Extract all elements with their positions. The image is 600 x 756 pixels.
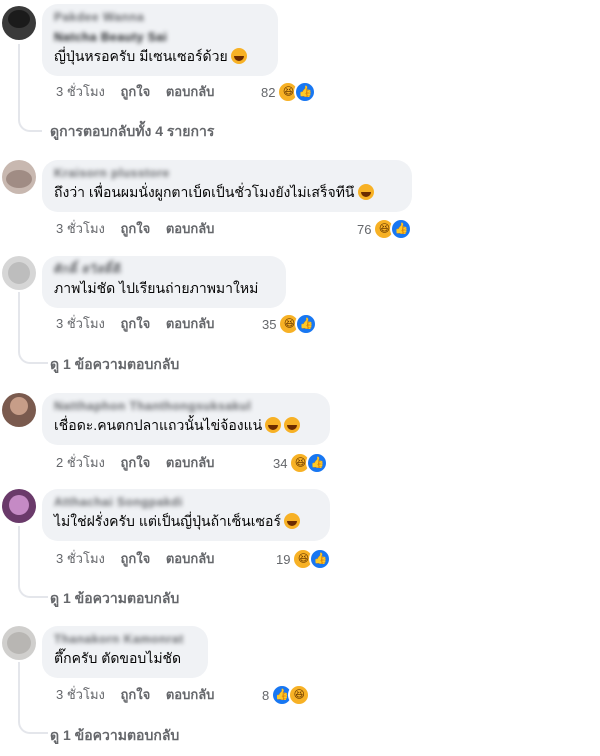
- view-replies-link[interactable]: ดู 1 ข้อความตอบกลับ: [50, 354, 179, 376]
- reply-button[interactable]: ตอบกลับ: [166, 551, 215, 566]
- timestamp[interactable]: 3 ชั่วโมง: [56, 551, 105, 566]
- avatar[interactable]: [2, 160, 36, 194]
- like-button[interactable]: ถูกใจ: [121, 316, 151, 331]
- avatar[interactable]: [2, 6, 36, 40]
- like-icon: 👍: [295, 313, 318, 335]
- reaction-count: 82: [261, 84, 276, 100]
- like-button[interactable]: ถูกใจ: [121, 84, 151, 99]
- reply-button[interactable]: ตอบกลับ: [166, 455, 215, 470]
- reply-button[interactable]: ตอบกลับ: [166, 221, 215, 236]
- like-icon: 👍: [294, 81, 317, 103]
- comment-text: ตึ๊กครับ ตัดขอบไม่ชัด: [54, 650, 182, 666]
- avatar[interactable]: [2, 256, 36, 290]
- view-replies-link[interactable]: ดู 1 ข้อความตอบกลับ: [50, 725, 179, 747]
- timestamp[interactable]: 3 ชั่วโมง: [56, 687, 105, 702]
- comment-text: ญี่ปุ่นหรอครับ มีเซนเซอร์ด้วย: [54, 45, 266, 67]
- thread-connector: [18, 526, 48, 598]
- thread-connector: [18, 292, 48, 364]
- comment-bubble: Atthachai Songpakdi ไม่ใช่ฝรั่งครับ แต่เ…: [42, 489, 330, 541]
- comment-bubble: ศักดิ์ สวัสดิ์ดี ภาพไม่ชัด ไปเรียนถ่ายภา…: [42, 256, 286, 308]
- thread-connector: [18, 44, 42, 132]
- thread-connector: [18, 662, 48, 734]
- comment-actions: 3 ชั่วโมง ถูกใจ ตอบกลับ: [56, 685, 226, 705]
- reaction-count: 76: [357, 221, 372, 237]
- grinning-emoji-icon: [283, 513, 300, 529]
- grinning-emoji-icon: [265, 417, 282, 433]
- timestamp[interactable]: 3 ชั่วโมง: [56, 84, 105, 99]
- haha-icon: 😆: [288, 684, 311, 706]
- reply-button[interactable]: ตอบกลับ: [166, 316, 215, 331]
- like-icon: 👍: [306, 452, 329, 474]
- reaction-count: 34: [273, 455, 288, 471]
- reaction-count: 8: [262, 687, 270, 703]
- commenter-name[interactable]: Kraisorn plusstore: [54, 166, 400, 180]
- grinning-emoji-icon: [284, 417, 301, 433]
- commenter-name[interactable]: Thanakorn Kamonrat: [54, 632, 196, 646]
- like-icon: 👍: [309, 548, 332, 570]
- reaction-summary[interactable]: 82 😆 👍: [261, 81, 317, 103]
- avatar[interactable]: [2, 626, 36, 660]
- reaction-summary[interactable]: 76 😆 👍: [357, 218, 413, 240]
- reaction-summary[interactable]: 19 😆 👍: [276, 548, 332, 570]
- reaction-count: 35: [262, 316, 277, 332]
- reaction-count: 19: [276, 551, 291, 567]
- avatar[interactable]: [2, 393, 36, 427]
- comment-text: ถึงว่า เพื่อนผมนั่งผูกตาเบ็ดเป็นชั่วโมงย…: [54, 181, 400, 203]
- comment-bubble: Natthaphon Thanthongsuksakul เชื่อดะ.คนต…: [42, 393, 330, 445]
- comment-text: ภาพไม่ชัด ไปเรียนถ่ายภาพมาใหม่: [54, 280, 259, 296]
- comment-actions: 2 ชั่วโมง ถูกใจ ตอบกลับ: [56, 453, 226, 473]
- comment-actions: 3 ชั่วโมง ถูกใจ ตอบกลับ: [56, 549, 226, 569]
- reply-button[interactable]: ตอบกลับ: [166, 84, 215, 99]
- like-button[interactable]: ถูกใจ: [121, 221, 151, 236]
- avatar[interactable]: [2, 489, 36, 523]
- grinning-emoji-icon: [230, 48, 247, 64]
- comment-actions: 3 ชั่วโมง ถูกใจ ตอบกลับ: [56, 219, 226, 239]
- view-replies-link[interactable]: ดู 1 ข้อความตอบกลับ: [50, 588, 179, 610]
- timestamp[interactable]: 3 ชั่วโมง: [56, 221, 105, 236]
- like-button[interactable]: ถูกใจ: [121, 687, 151, 702]
- comment-text: ไม่ใช่ฝรั่งครับ แต่เป็นญี่ปุ่นถ้าเซ็นเซอ…: [54, 510, 318, 532]
- timestamp[interactable]: 3 ชั่วโมง: [56, 316, 105, 331]
- reaction-summary[interactable]: 8 👍 😆: [262, 684, 311, 706]
- commenter-name[interactable]: Natthaphon Thanthongsuksakul: [54, 399, 318, 413]
- comment-bubble: Thanakorn Kamonrat ตึ๊กครับ ตัดขอบไม่ชัด: [42, 626, 208, 678]
- like-icon: 👍: [390, 218, 413, 240]
- grinning-emoji-icon: [357, 184, 374, 200]
- commenter-subname[interactable]: Natcha Beauty Sai: [54, 30, 266, 44]
- comment-bubble: Kraisorn plusstore ถึงว่า เพื่อนผมนั่งผู…: [42, 160, 412, 212]
- commenter-name[interactable]: Atthachai Songpakdi: [54, 495, 318, 509]
- comment-actions: 3 ชั่วโมง ถูกใจ ตอบกลับ: [56, 314, 226, 334]
- comment-actions: 3 ชั่วโมง ถูกใจ ตอบกลับ: [56, 82, 226, 102]
- reaction-summary[interactable]: 34 😆 👍: [273, 452, 329, 474]
- commenter-name[interactable]: ศักดิ์ สวัสดิ์ดี: [54, 262, 274, 276]
- commenter-name[interactable]: Pakdee Wanna: [54, 10, 266, 24]
- reaction-summary[interactable]: 35 😆 👍: [262, 313, 318, 335]
- like-button[interactable]: ถูกใจ: [121, 551, 151, 566]
- like-button[interactable]: ถูกใจ: [121, 455, 151, 470]
- view-replies-link[interactable]: ดูการตอบกลับทั้ง 4 รายการ: [50, 121, 214, 143]
- comment-bubble: Pakdee Wanna Natcha Beauty Sai ญี่ปุ่นหร…: [42, 4, 278, 76]
- timestamp[interactable]: 2 ชั่วโมง: [56, 455, 105, 470]
- comment-text: เชื่อดะ.คนตกปลาแถวนั้นไข่จ้องแน่: [54, 414, 318, 436]
- reply-button[interactable]: ตอบกลับ: [166, 687, 215, 702]
